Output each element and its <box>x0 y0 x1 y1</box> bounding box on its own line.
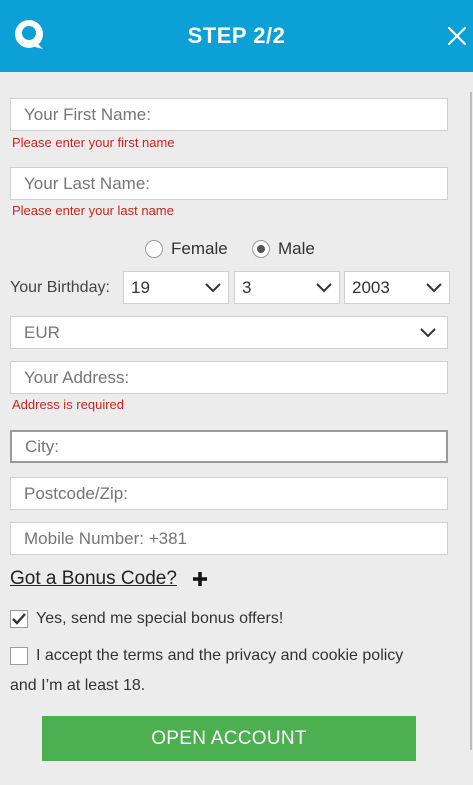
open-account-button[interactable]: OPEN ACCOUNT <box>42 716 416 761</box>
chevron-down-icon <box>420 328 436 338</box>
city-input[interactable] <box>10 430 448 463</box>
birthday-label: Your Birthday: <box>10 279 110 296</box>
first-name-input[interactable] <box>10 98 448 131</box>
radio-selected-dot <box>257 245 265 253</box>
birthday-year-value: 2003 <box>352 278 390 297</box>
birthday-day-select[interactable]: 19 <box>123 271 229 304</box>
gender-male-label: Male <box>278 239 315 258</box>
currency-select[interactable]: EUR <box>10 316 448 349</box>
chevron-down-icon <box>426 283 442 293</box>
bonus-code-link[interactable]: Got a Bonus Code? <box>10 568 177 590</box>
gender-female-radio[interactable] <box>145 240 163 258</box>
mobile-number-input[interactable] <box>10 522 448 555</box>
gender-male-radio[interactable] <box>252 240 270 258</box>
birthday-month-select[interactable]: 3 <box>234 271 340 304</box>
gender-female-label: Female <box>171 239 228 258</box>
terms-checkbox[interactable] <box>10 647 28 665</box>
checkmark-icon <box>12 613 26 625</box>
birthday-month-value: 3 <box>242 278 252 297</box>
birthday-day-value: 19 <box>131 278 150 297</box>
terms-label-line1: I accept the terms and the privacy and c… <box>36 647 404 664</box>
close-icon[interactable] <box>443 22 471 50</box>
bonus-offers-label: Yes, send me special bonus offers! <box>36 610 284 627</box>
address-input[interactable] <box>10 361 448 394</box>
birthday-year-select[interactable]: 2003 <box>344 271 450 304</box>
last-name-input[interactable] <box>10 167 448 200</box>
plus-icon[interactable] <box>192 571 208 587</box>
bonus-offers-checkbox[interactable] <box>10 610 28 628</box>
chevron-down-icon <box>316 283 332 293</box>
terms-label-line2: and I’m at least 18. <box>10 677 146 694</box>
first-name-error: Please enter your first name <box>12 135 175 150</box>
last-name-error: Please enter your last name <box>12 203 174 218</box>
address-error: Address is required <box>12 397 124 412</box>
scrollbar[interactable] <box>470 92 472 750</box>
postcode-input[interactable] <box>10 477 448 510</box>
chevron-down-icon <box>205 283 221 293</box>
currency-value: EUR <box>24 323 60 342</box>
page-title: STEP 2/2 <box>187 23 286 48</box>
header-bar: STEP 2/2 <box>0 0 473 72</box>
